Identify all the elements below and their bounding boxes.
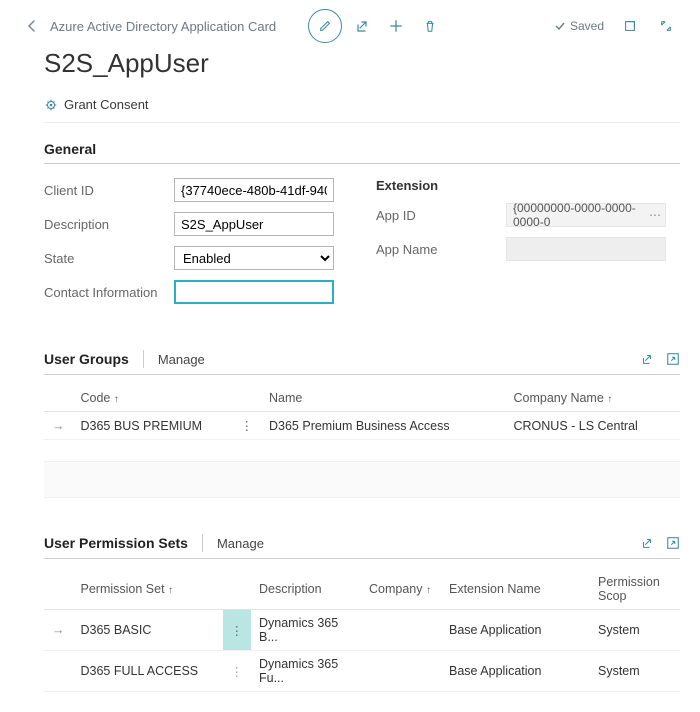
- state-select[interactable]: Enabled: [174, 246, 334, 270]
- grant-consent-action[interactable]: Grant Consent: [44, 93, 680, 123]
- label-description: Description: [44, 217, 174, 232]
- back-button[interactable]: [20, 14, 44, 38]
- popout-icon[interactable]: [616, 12, 644, 40]
- label-client-id: Client ID: [44, 183, 174, 198]
- saved-indicator: Saved: [554, 19, 604, 33]
- edit-button[interactable]: [308, 9, 342, 43]
- top-bar: Azure Active Directory Application Card …: [20, 8, 680, 44]
- popout-icon[interactable]: [666, 536, 680, 550]
- share-icon[interactable]: [640, 352, 654, 366]
- breadcrumb: Azure Active Directory Application Card: [50, 19, 276, 34]
- table-row[interactable]: → D365 BASIC ⋮ Dynamics 365 B... Base Ap…: [44, 610, 680, 651]
- section-user-groups: User Groups Manage Code ↑ Name Company N…: [44, 350, 680, 498]
- contact-information-field[interactable]: [174, 280, 334, 304]
- description-field[interactable]: [174, 212, 334, 236]
- user-groups-manage[interactable]: Manage: [144, 352, 205, 367]
- client-id-field[interactable]: [174, 178, 334, 202]
- permission-sets-manage[interactable]: Manage: [203, 536, 264, 551]
- col-company[interactable]: Company Name ↑: [505, 385, 680, 412]
- new-icon[interactable]: [382, 12, 410, 40]
- row-selector-icon[interactable]: →: [44, 412, 73, 440]
- label-app-name: App Name: [376, 242, 506, 257]
- col-code[interactable]: Code ↑: [73, 385, 233, 412]
- col-permission-set[interactable]: Permission Set ↑: [73, 569, 223, 610]
- table-row[interactable]: → D365 BUS PREMIUM ⋮ D365 Premium Busine…: [44, 412, 680, 440]
- user-groups-title: User Groups: [44, 350, 144, 368]
- app-name-field: [506, 237, 666, 261]
- table-row[interactable]: D365 FULL ACCESS ⋮ Dynamics 365 Fu... Ba…: [44, 651, 680, 692]
- table-row[interactable]: [44, 440, 680, 462]
- col-extension[interactable]: Extension Name: [441, 569, 590, 610]
- label-contact: Contact Information: [44, 285, 174, 300]
- row-menu-icon[interactable]: ⋮: [223, 610, 252, 651]
- row-selector-icon[interactable]: →: [44, 610, 73, 651]
- page-title: S2S_AppUser: [44, 48, 680, 79]
- permission-sets-table: Permission Set ↑ Description Company ↑ E…: [44, 569, 680, 692]
- section-title-general: General: [44, 141, 680, 164]
- row-menu-icon[interactable]: ⋮: [223, 651, 252, 692]
- user-groups-table: Code ↑ Name Company Name ↑ → D365 BUS PR…: [44, 385, 680, 498]
- row-menu-icon[interactable]: ⋮: [233, 412, 262, 440]
- ellipsis-icon[interactable]: ⋯: [649, 208, 661, 222]
- gear-icon: [44, 98, 58, 112]
- section-general: General Client ID Description State Enab…: [44, 141, 680, 314]
- permission-sets-title: User Permission Sets: [44, 534, 203, 552]
- label-state: State: [44, 251, 174, 266]
- col-company[interactable]: Company ↑: [361, 569, 441, 610]
- share-icon[interactable]: [640, 536, 654, 550]
- delete-icon[interactable]: [416, 12, 444, 40]
- col-scope[interactable]: Permission Scop: [590, 569, 680, 610]
- popout-icon[interactable]: [666, 352, 680, 366]
- expand-icon[interactable]: [652, 12, 680, 40]
- col-name[interactable]: Name: [261, 385, 505, 412]
- col-description[interactable]: Description: [251, 569, 361, 610]
- app-id-field[interactable]: {00000000-0000-0000-0000-0 ⋯: [506, 203, 666, 227]
- label-app-id: App ID: [376, 208, 506, 223]
- extension-heading: Extension: [376, 178, 680, 193]
- section-permission-sets: User Permission Sets Manage Permission S…: [44, 534, 680, 692]
- share-icon[interactable]: [348, 12, 376, 40]
